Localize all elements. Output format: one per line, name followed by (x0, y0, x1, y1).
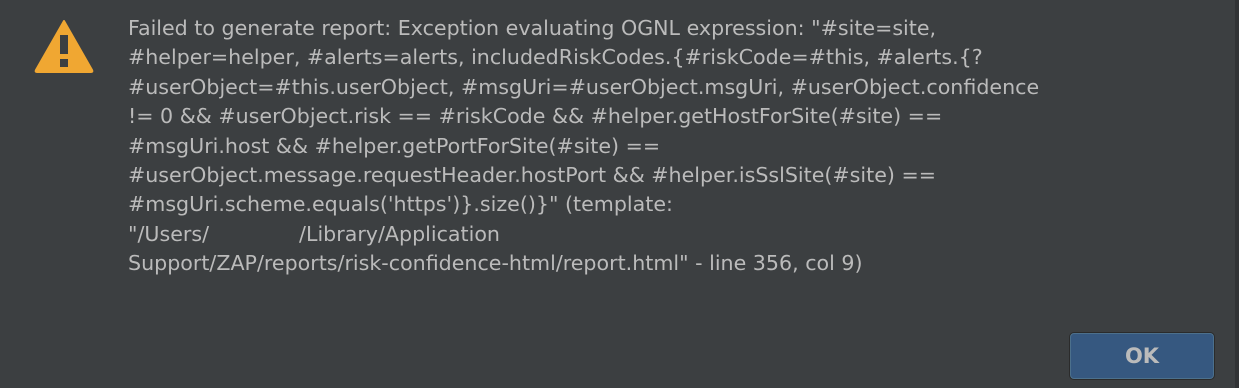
message-line: #helper=helper, #alerts=alerts, included… (128, 45, 983, 70)
message-line: #msgUri.host && #helper.getPortForSite(#… (128, 133, 661, 158)
message-line: Support/ZAP/reports/risk-confidence-html… (128, 251, 863, 276)
message-line: "/Users/ (128, 221, 210, 246)
redacted-username (209, 221, 300, 244)
message-line: != 0 && #userObject.risk == #riskCode &&… (128, 104, 943, 129)
dialog-edge (1235, 0, 1239, 388)
message-line: #userObject.message.requestHeader.hostPo… (128, 163, 936, 188)
message-line: /Library/Application (299, 221, 500, 246)
ok-button[interactable]: OK (1070, 333, 1214, 379)
error-message: Failed to generate report: Exception eva… (128, 14, 1228, 279)
message-line: #msgUri.scheme.equals('https')}.size()}"… (128, 192, 673, 217)
error-dialog: Failed to generate report: Exception eva… (0, 0, 1239, 388)
message-line: Failed to generate report: Exception eva… (128, 16, 937, 40)
message-line: #userObject=#this.userObject, #msgUri=#u… (128, 74, 1040, 99)
warning-triangle-icon (34, 20, 94, 73)
